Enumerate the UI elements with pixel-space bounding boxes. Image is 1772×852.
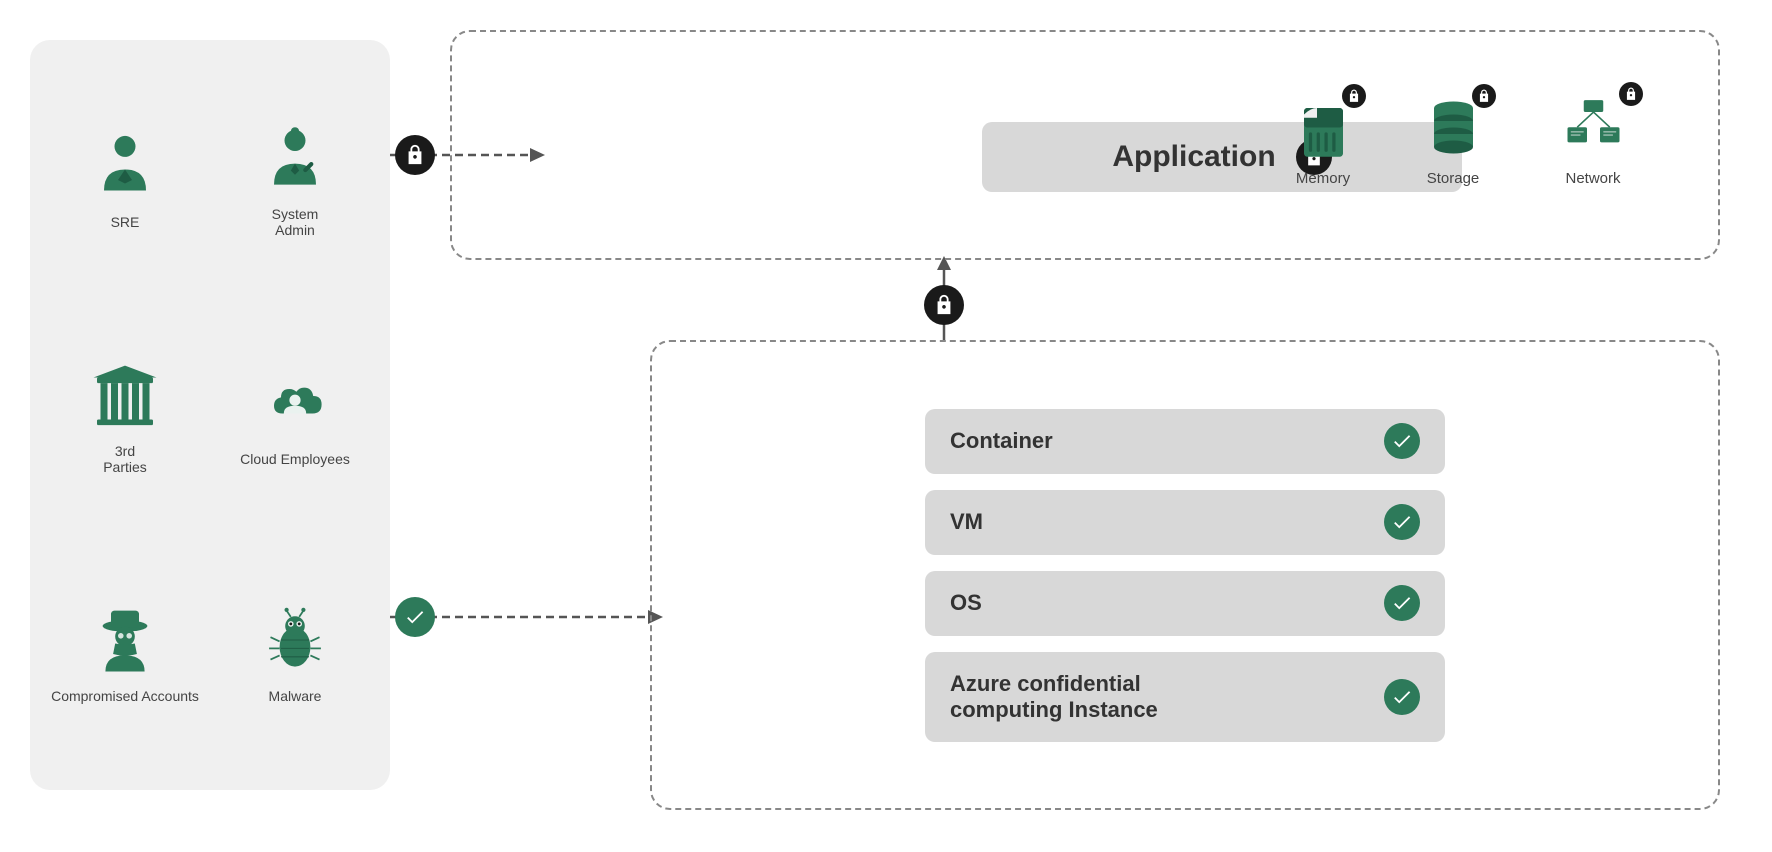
- network-lock-badge: [1619, 82, 1643, 106]
- sre-label: SRE: [111, 214, 140, 230]
- actor-cloud-employees: Cloud Employees: [240, 363, 350, 467]
- memory-label: Memory: [1296, 170, 1350, 187]
- memory-lock-badge: [1342, 84, 1366, 108]
- lock-arrow-top: [395, 135, 435, 175]
- resource-storage: Storage: [1418, 92, 1488, 187]
- threat-actors-panel: SRE SystemAdmin: [30, 40, 390, 790]
- resource-memory: Memory: [1288, 92, 1358, 187]
- sre-icon: [85, 126, 165, 206]
- sysadmin-icon: [255, 118, 335, 198]
- container-check: [1384, 423, 1420, 459]
- diagram-container: SRE SystemAdmin: [0, 0, 1772, 852]
- vm-label: VM: [950, 509, 983, 535]
- network-icon-wrap: [1548, 87, 1638, 162]
- infrastructure-box: Container VM OS: [650, 340, 1720, 810]
- azure-label: Azure confidentialcomputing Instance: [950, 671, 1158, 723]
- application-box: Application: [450, 30, 1720, 260]
- sysadmin-label: SystemAdmin: [272, 206, 319, 238]
- actor-sysadmin: SystemAdmin: [255, 118, 335, 238]
- building-icon: [85, 355, 165, 435]
- lock-arrow-vertical: [924, 285, 964, 325]
- actor-compromised: Compromised Accounts: [51, 600, 199, 704]
- malware-label: Malware: [269, 688, 322, 704]
- storage-icon-wrap: [1418, 92, 1488, 162]
- azure-check: [1384, 679, 1420, 715]
- cloud-employees-icon: [255, 363, 335, 443]
- infra-stack: Container VM OS: [925, 409, 1445, 742]
- compromised-label: Compromised Accounts: [51, 688, 199, 704]
- infra-row-container: Container: [925, 409, 1445, 474]
- infra-row-azure: Azure confidentialcomputing Instance: [925, 652, 1445, 742]
- storage-label: Storage: [1427, 170, 1480, 187]
- actor-malware: Malware: [255, 600, 335, 704]
- third-parties-label: 3rdParties: [103, 443, 147, 475]
- actor-third-parties: 3rdParties: [85, 355, 165, 475]
- resource-icons: Memory: [1288, 87, 1638, 187]
- infra-row-vm: VM: [925, 490, 1445, 555]
- application-label: Application: [1112, 140, 1275, 174]
- resource-network: Network: [1548, 87, 1638, 187]
- vm-check: [1384, 504, 1420, 540]
- os-check: [1384, 585, 1420, 621]
- bug-icon: [255, 600, 335, 680]
- infra-row-os: OS: [925, 571, 1445, 636]
- actor-sre: SRE: [85, 126, 165, 230]
- memory-icon-wrap: [1288, 92, 1358, 162]
- network-label: Network: [1565, 170, 1620, 187]
- storage-lock-badge: [1472, 84, 1496, 108]
- os-label: OS: [950, 590, 982, 616]
- spy-icon: [85, 600, 165, 680]
- cloud-employees-label: Cloud Employees: [240, 451, 350, 467]
- check-arrow-bottom: [395, 597, 435, 637]
- container-label: Container: [950, 428, 1053, 454]
